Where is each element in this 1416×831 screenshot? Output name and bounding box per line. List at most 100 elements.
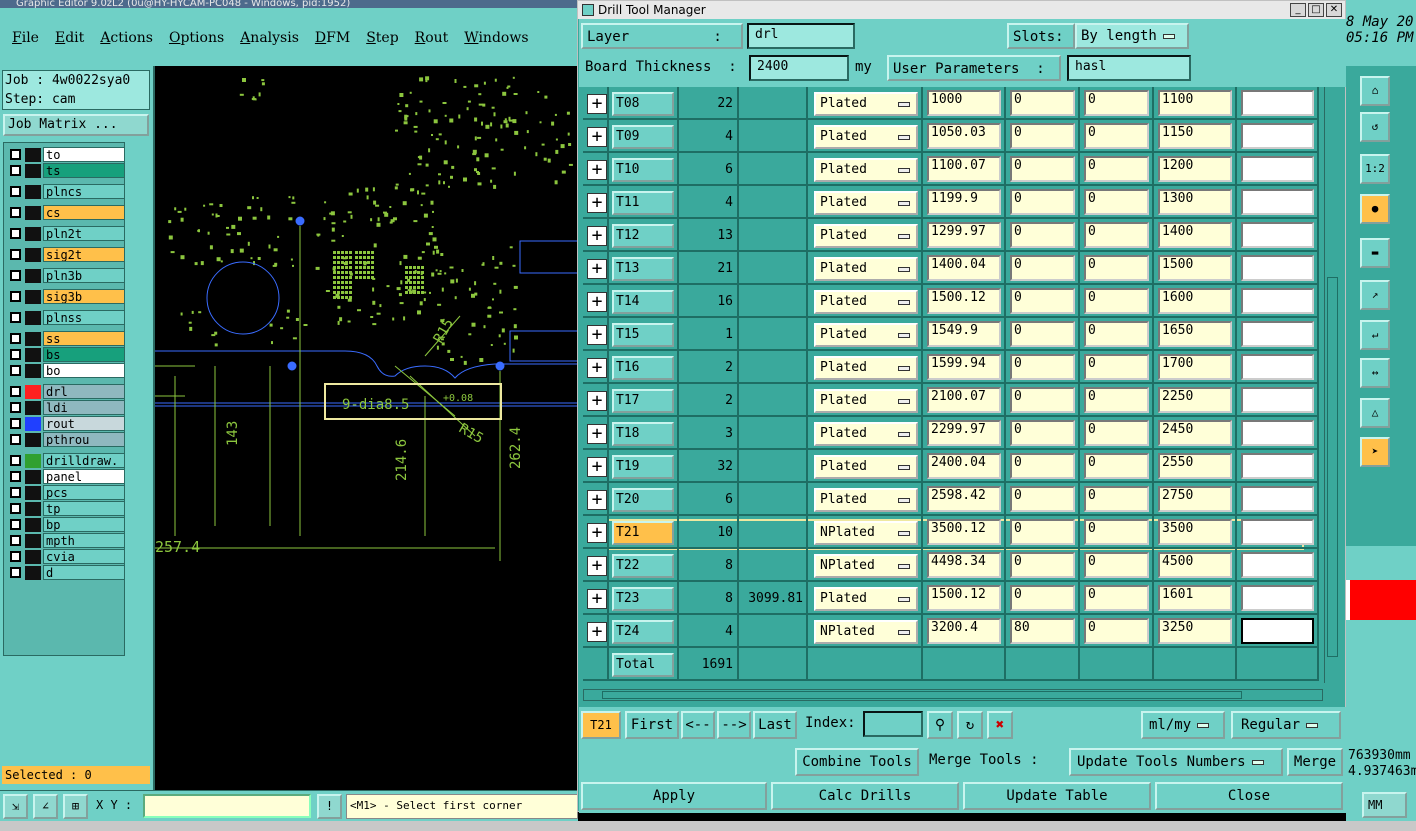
layer-row-pln3b[interactable]: pln3b: [7, 268, 125, 283]
layer-checkbox[interactable]: [10, 535, 21, 546]
layer-row-cvia[interactable]: cvia: [7, 549, 125, 564]
tool-type-dropdown[interactable]: Plated: [814, 290, 918, 314]
extra-field[interactable]: [1241, 90, 1314, 116]
expand-icon[interactable]: +: [587, 193, 607, 213]
table-row[interactable]: + T17 2 Plated 2100.07 0 0 2250: [583, 384, 1323, 417]
tol-minus-field[interactable]: 0: [1084, 453, 1149, 479]
layer-checkbox[interactable]: [10, 471, 21, 482]
table-row[interactable]: + T10 6 Plated 1100.07 0 0 1200: [583, 153, 1323, 186]
layer-row-sig2t[interactable]: sig2t: [7, 247, 125, 262]
table-row[interactable]: + T11 4 Plated 1199.9 0 0 1300: [583, 186, 1323, 219]
extra-field[interactable]: [1241, 618, 1314, 644]
layer-row-bo[interactable]: bo: [7, 363, 125, 378]
table-vertical-scrollbar[interactable]: [1324, 87, 1340, 683]
layer-row-bs[interactable]: bs: [7, 347, 125, 362]
layer-checkbox[interactable]: [10, 365, 21, 376]
tool-name[interactable]: T10: [612, 158, 674, 182]
expand-icon[interactable]: +: [587, 589, 607, 609]
tol-minus-field[interactable]: 0: [1084, 288, 1149, 314]
tool-type-dropdown[interactable]: Plated: [814, 257, 918, 281]
tol-minus-field[interactable]: 0: [1084, 519, 1149, 545]
extra-field[interactable]: [1241, 387, 1314, 413]
layer-row-pthrou[interactable]: pthrou: [7, 432, 125, 447]
layer-checkbox[interactable]: [10, 312, 21, 323]
finish-size-field[interactable]: 1400.04: [927, 255, 1001, 281]
layer-checkbox[interactable]: [10, 149, 21, 160]
measure-icon[interactable]: ↔: [1360, 358, 1390, 388]
tool-name[interactable]: T12: [612, 224, 674, 248]
layer-row-ldi[interactable]: ldi: [7, 400, 125, 415]
layer-checkbox[interactable]: [10, 349, 21, 360]
graphic-canvas[interactable]: 9-dia8.5 +0.08 R15 R15 143 214.6 262.4 2…: [155, 66, 578, 790]
table-row[interactable]: + T12 13 Plated 1299.97 0 0 1400: [583, 219, 1323, 252]
menu-file[interactable]: File: [12, 30, 39, 46]
drill-size-field[interactable]: 1300: [1158, 189, 1232, 215]
menu-step[interactable]: Step: [366, 30, 398, 46]
tol-minus-field[interactable]: 0: [1084, 552, 1149, 578]
tol-minus-field[interactable]: 0: [1084, 255, 1149, 281]
mode-dropdown[interactable]: Regular: [1231, 711, 1341, 739]
layer-checkbox[interactable]: [10, 503, 21, 514]
expand-icon[interactable]: +: [587, 358, 607, 378]
tol-plus-field[interactable]: 0: [1010, 453, 1075, 479]
grid-icon[interactable]: ⊞: [63, 794, 88, 819]
tol-plus-field[interactable]: 0: [1010, 156, 1075, 182]
drill-size-field[interactable]: 4500: [1158, 552, 1232, 578]
tol-minus-field[interactable]: 0: [1084, 90, 1149, 116]
layer-row-d[interactable]: d: [7, 565, 125, 580]
expand-icon[interactable]: +: [587, 292, 607, 312]
extra-field[interactable]: [1241, 321, 1314, 347]
calc-drills-button[interactable]: Calc Drills: [771, 782, 959, 810]
menu-rout[interactable]: Rout: [415, 30, 449, 46]
tol-plus-field[interactable]: 0: [1010, 321, 1075, 347]
expand-icon[interactable]: +: [587, 490, 607, 510]
tol-plus-field[interactable]: 0: [1010, 288, 1075, 314]
tool-name[interactable]: T09: [612, 125, 674, 149]
tool-name[interactable]: T15: [612, 323, 674, 347]
extra-field[interactable]: [1241, 585, 1314, 611]
tool-name[interactable]: T19: [612, 455, 674, 479]
table-horizontal-scrollbar[interactable]: [583, 689, 1323, 701]
line-icon[interactable]: ↗: [1360, 280, 1390, 310]
next-button[interactable]: -->: [717, 711, 751, 739]
finish-size-field[interactable]: 1000: [927, 90, 1001, 116]
tol-plus-field[interactable]: 0: [1010, 189, 1075, 215]
user-parameters-field[interactable]: hasl: [1067, 55, 1191, 81]
drill-size-field[interactable]: 3250: [1158, 618, 1232, 644]
triangle-icon[interactable]: △: [1360, 398, 1390, 428]
layer-checkbox[interactable]: [10, 291, 21, 302]
drill-size-field[interactable]: 1100: [1158, 90, 1232, 116]
extra-field[interactable]: [1241, 420, 1314, 446]
extra-field[interactable]: [1241, 519, 1314, 545]
menu-edit[interactable]: Edit: [55, 30, 84, 46]
tool-name[interactable]: T08: [612, 92, 674, 116]
table-row[interactable]: + T13 21 Plated 1400.04 0 0 1500: [583, 252, 1323, 285]
tol-minus-field[interactable]: 0: [1084, 189, 1149, 215]
layer-row-pcs[interactable]: pcs: [7, 485, 125, 500]
extra-field[interactable]: [1241, 156, 1314, 182]
layer-row-mpth[interactable]: mpth: [7, 533, 125, 548]
menu-actions[interactable]: Actions: [100, 30, 153, 46]
close-button[interactable]: Close: [1155, 782, 1343, 810]
table-row[interactable]: + T18 3 Plated 2299.97 0 0 2450: [583, 417, 1323, 450]
close-icon[interactable]: ✕: [1326, 3, 1342, 17]
finish-size-field[interactable]: 2299.97: [927, 420, 1001, 446]
finish-size-field[interactable]: 1500.12: [927, 585, 1001, 611]
angle-icon[interactable]: ∠: [33, 794, 58, 819]
tool-type-dropdown[interactable]: NPlated: [814, 554, 918, 578]
tool-type-dropdown[interactable]: Plated: [814, 389, 918, 413]
drill-size-field[interactable]: 3500: [1158, 519, 1232, 545]
tool-name[interactable]: T17: [612, 389, 674, 413]
pointer-icon[interactable]: ➤: [1360, 437, 1390, 467]
table-row[interactable]: + T16 2 Plated 1599.94 0 0 1700: [583, 351, 1323, 384]
extra-field[interactable]: [1241, 222, 1314, 248]
board-thickness-field[interactable]: 2400: [749, 55, 849, 81]
layer-row-drilldraw[interactable]: drilldraw.: [7, 453, 125, 468]
minimize-icon[interactable]: _: [1290, 3, 1306, 17]
tool-name[interactable]: T21: [612, 521, 674, 545]
layer-row-bp[interactable]: bp: [7, 517, 125, 532]
layer-checkbox[interactable]: [10, 567, 21, 578]
finish-size-field[interactable]: 1299.97: [927, 222, 1001, 248]
tool-type-dropdown[interactable]: NPlated: [814, 620, 918, 644]
expand-icon[interactable]: +: [587, 556, 607, 576]
